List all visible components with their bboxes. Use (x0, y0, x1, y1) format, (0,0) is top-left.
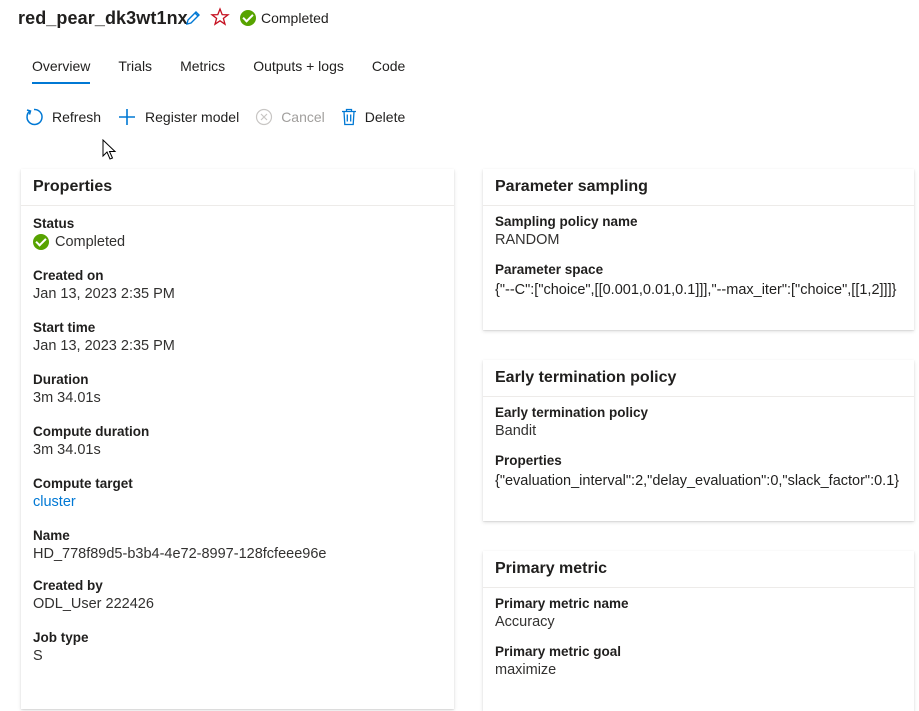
termination-policy-value: Bandit (495, 423, 537, 439)
sampling-policy-value: RANDOM (495, 232, 560, 248)
parameter-sampling-card: Parameter sampling Sampling policy name … (483, 169, 914, 330)
primary-metric-goal-field: Primary metric goal maximize (483, 644, 914, 678)
created-on-label: Created on (33, 268, 104, 283)
job-type-label: Job type (33, 630, 89, 645)
status-badge: Completed (240, 10, 329, 26)
job-type-value: S (33, 648, 43, 664)
primary-metric-goal-label: Primary metric goal (495, 644, 622, 659)
name-field: Name HD_778f89d5-b3b4-4e72-8997-128fcfee… (21, 528, 454, 562)
primary-metric-header: Primary metric (483, 551, 914, 588)
compute-target-label: Compute target (33, 476, 133, 491)
name-value: HD_778f89d5-b3b4-4e72-8997-128fcfeee96e (33, 546, 327, 562)
tab-bar: Overview Trials Metrics Outputs + logs C… (18, 56, 419, 84)
delete-label: Delete (364, 109, 406, 125)
created-by-label: Created by (33, 578, 103, 593)
compute-target-field: Compute target cluster (21, 476, 454, 510)
compute-duration-field: Compute duration 3m 34.01s (21, 424, 454, 458)
parameter-space-label: Parameter space (495, 262, 604, 277)
primary-metric-card: Primary metric Primary metric name Accur… (483, 551, 914, 711)
refresh-button[interactable]: Refresh (24, 107, 101, 127)
status-field: Status Completed (21, 216, 454, 250)
created-on-value: Jan 13, 2023 2:35 PM (33, 286, 175, 302)
register-model-label: Register model (145, 109, 240, 125)
favorite-star-icon[interactable] (210, 7, 230, 27)
compute-target-link[interactable]: cluster (33, 494, 442, 510)
duration-value: 3m 34.01s (33, 390, 101, 406)
status-value: Completed (33, 234, 442, 250)
status-value-text: Completed (55, 234, 126, 250)
page-title: red_pear_dk3wt1nx (18, 8, 188, 28)
cancel-button[interactable]: Cancel (255, 108, 325, 126)
status-text: Completed (261, 10, 329, 26)
cancel-label: Cancel (281, 109, 325, 125)
compute-duration-value: 3m 34.01s (33, 442, 101, 458)
termination-properties-value: {"evaluation_interval":2,"delay_evaluati… (495, 473, 900, 489)
primary-metric-name-field: Primary metric name Accuracy (483, 596, 914, 630)
plus-icon (119, 109, 136, 125)
termination-properties-field: Properties {"evaluation_interval":2,"del… (483, 453, 914, 492)
delete-button[interactable]: Delete (341, 108, 405, 126)
tab-outputs-logs[interactable]: Outputs + logs (253, 56, 344, 84)
created-by-field: Created by ODL_User 222426 (21, 578, 454, 612)
cancel-circle-icon (256, 108, 273, 126)
tab-trials[interactable]: Trials (118, 56, 152, 84)
primary-metric-goal-value: maximize (495, 662, 557, 678)
refresh-icon (26, 108, 43, 126)
compute-duration-label: Compute duration (33, 424, 150, 439)
sampling-policy-label: Sampling policy name (495, 214, 638, 229)
tab-code[interactable]: Code (372, 56, 405, 84)
tab-overview[interactable]: Overview (32, 56, 91, 84)
status-label: Status (33, 216, 75, 231)
duration-field: Duration 3m 34.01s (21, 372, 454, 406)
register-model-button[interactable]: Register model (117, 107, 239, 127)
parameter-space-value: {"--C":["choice",[[0.001,0.01,0.1]]],"--… (495, 282, 897, 298)
completed-check-icon (240, 10, 256, 26)
properties-header: Properties (21, 169, 454, 206)
mouse-cursor-icon (102, 139, 117, 160)
early-termination-card: Early termination policy Early terminati… (483, 360, 914, 521)
properties-card: Properties Status Completed Created on J… (21, 169, 454, 709)
status-check-icon (33, 234, 49, 250)
primary-metric-name-label: Primary metric name (495, 596, 629, 611)
start-time-label: Start time (33, 320, 96, 335)
start-time-value: Jan 13, 2023 2:35 PM (33, 338, 175, 354)
command-bar: Refresh Register model Cancel Delete (24, 107, 421, 127)
termination-policy-label: Early termination policy (495, 405, 649, 420)
primary-metric-name-value: Accuracy (495, 614, 555, 630)
parameter-sampling-header: Parameter sampling (483, 169, 914, 206)
created-by-value: ODL_User 222426 (33, 596, 154, 612)
start-time-field: Start time Jan 13, 2023 2:35 PM (21, 320, 454, 354)
early-termination-header: Early termination policy (483, 360, 914, 397)
name-label: Name (33, 528, 70, 543)
tab-metrics[interactable]: Metrics (180, 56, 225, 84)
refresh-label: Refresh (52, 109, 102, 125)
sampling-policy-field: Sampling policy name RANDOM (483, 214, 914, 248)
created-on-field: Created on Jan 13, 2023 2:35 PM (21, 268, 454, 302)
termination-properties-label: Properties (495, 453, 562, 468)
edit-icon[interactable] (184, 9, 202, 27)
job-type-field: Job type S (21, 630, 454, 664)
trash-icon (341, 108, 356, 126)
termination-policy-field: Early termination policy Bandit (483, 405, 914, 439)
parameter-space-field: Parameter space {"--C":["choice",[[0.001… (483, 262, 914, 301)
duration-label: Duration (33, 372, 89, 387)
